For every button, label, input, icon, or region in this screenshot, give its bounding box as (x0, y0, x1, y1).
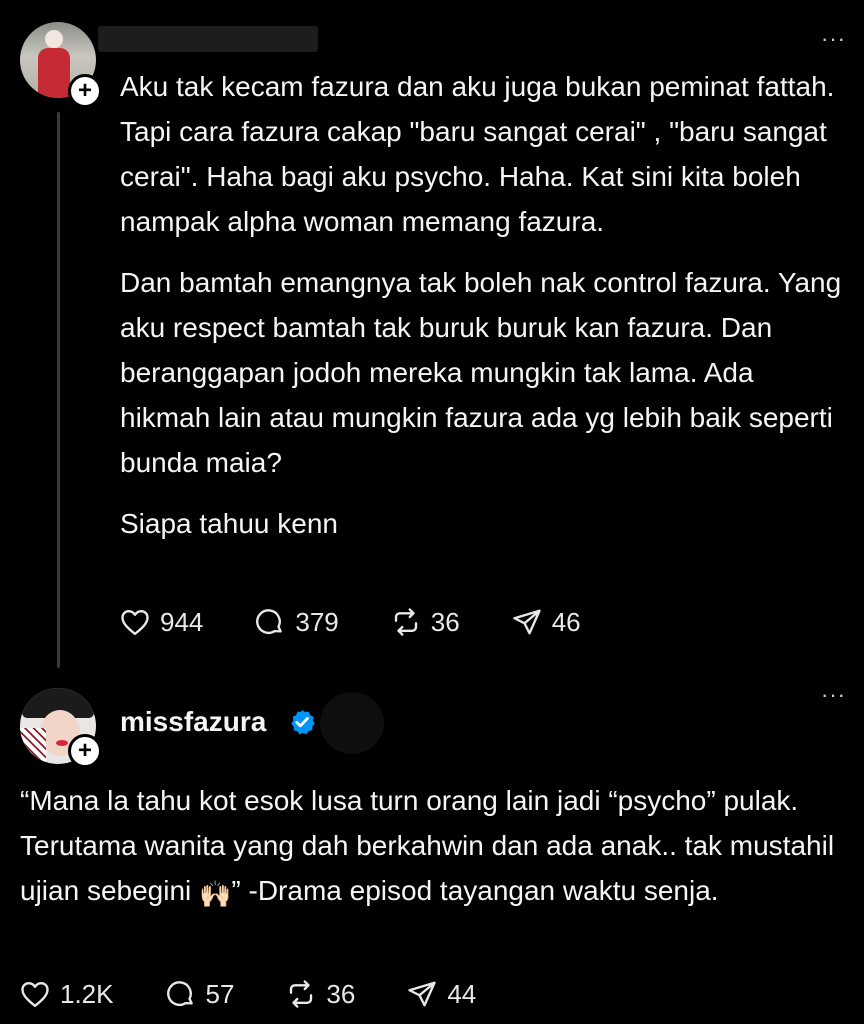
redacted-mark (320, 692, 384, 754)
share-button[interactable]: 46 (512, 607, 581, 638)
post-text-part: ” -Drama episod tayangan waktu senja. (231, 875, 719, 906)
more-options-icon[interactable]: ··· (821, 684, 846, 706)
avatar-scarf (20, 728, 46, 764)
verified-badge-icon (291, 709, 315, 735)
repost-count: 36 (430, 606, 460, 637)
repost-button[interactable]: 36 (391, 607, 460, 638)
repost-button[interactable]: 36 (286, 979, 355, 1010)
comment-icon (256, 609, 283, 635)
thread-line (57, 112, 60, 668)
avatar-lips (56, 740, 68, 746)
username[interactable]: missfazura (120, 706, 266, 738)
like-button[interactable]: 944 (120, 607, 203, 638)
repost-icon (394, 608, 417, 636)
post-paragraph: Dan bamtah emangnya tak boleh nak contro… (120, 267, 842, 478)
share-button[interactable]: 44 (407, 979, 476, 1010)
repost-count: 36 (326, 978, 356, 1009)
send-icon (513, 609, 541, 635)
share-count: 46 (551, 606, 581, 637)
heart-icon (21, 981, 49, 1008)
action-bar: 944 379 36 46 (120, 604, 633, 640)
like-count: 1.2K (60, 978, 114, 1009)
heart-icon (121, 609, 149, 636)
like-count: 944 (160, 606, 204, 637)
follow-button[interactable]: + (68, 74, 102, 108)
avatar-figure-head (45, 30, 63, 48)
follow-button[interactable]: + (68, 734, 102, 768)
avatar-figure-body (38, 48, 70, 98)
action-bar: 1.2K 57 36 44 (20, 976, 528, 1012)
share-count: 44 (447, 978, 477, 1009)
reply-count: 57 (205, 978, 235, 1009)
post-paragraph: Siapa tahuu kenn (120, 508, 338, 539)
send-icon (408, 981, 437, 1007)
reply-button[interactable]: 57 (166, 978, 235, 1010)
raised-hands-emoji: 🙌🏻 (199, 879, 232, 909)
post-text: “Mana la tahu kot esok lusa turn orang l… (20, 778, 850, 913)
repost-icon (290, 980, 313, 1008)
reply-count: 379 (295, 606, 339, 637)
post-text: Aku tak kecam fazura dan aku juga bukan … (120, 64, 848, 562)
like-button[interactable]: 1.2K (20, 979, 114, 1010)
redacted-username (98, 26, 318, 52)
post-paragraph: Aku tak kecam fazura dan aku juga bukan … (120, 71, 835, 237)
comment-icon (166, 981, 193, 1007)
reply-post: + missfazura ··· “Mana la tahu kot esok … (0, 680, 864, 1024)
thread-post: + ··· Aku tak kecam fazura dan aku juga … (0, 0, 864, 680)
reply-button[interactable]: 379 (255, 606, 339, 638)
more-options-icon[interactable]: ··· (821, 28, 846, 50)
